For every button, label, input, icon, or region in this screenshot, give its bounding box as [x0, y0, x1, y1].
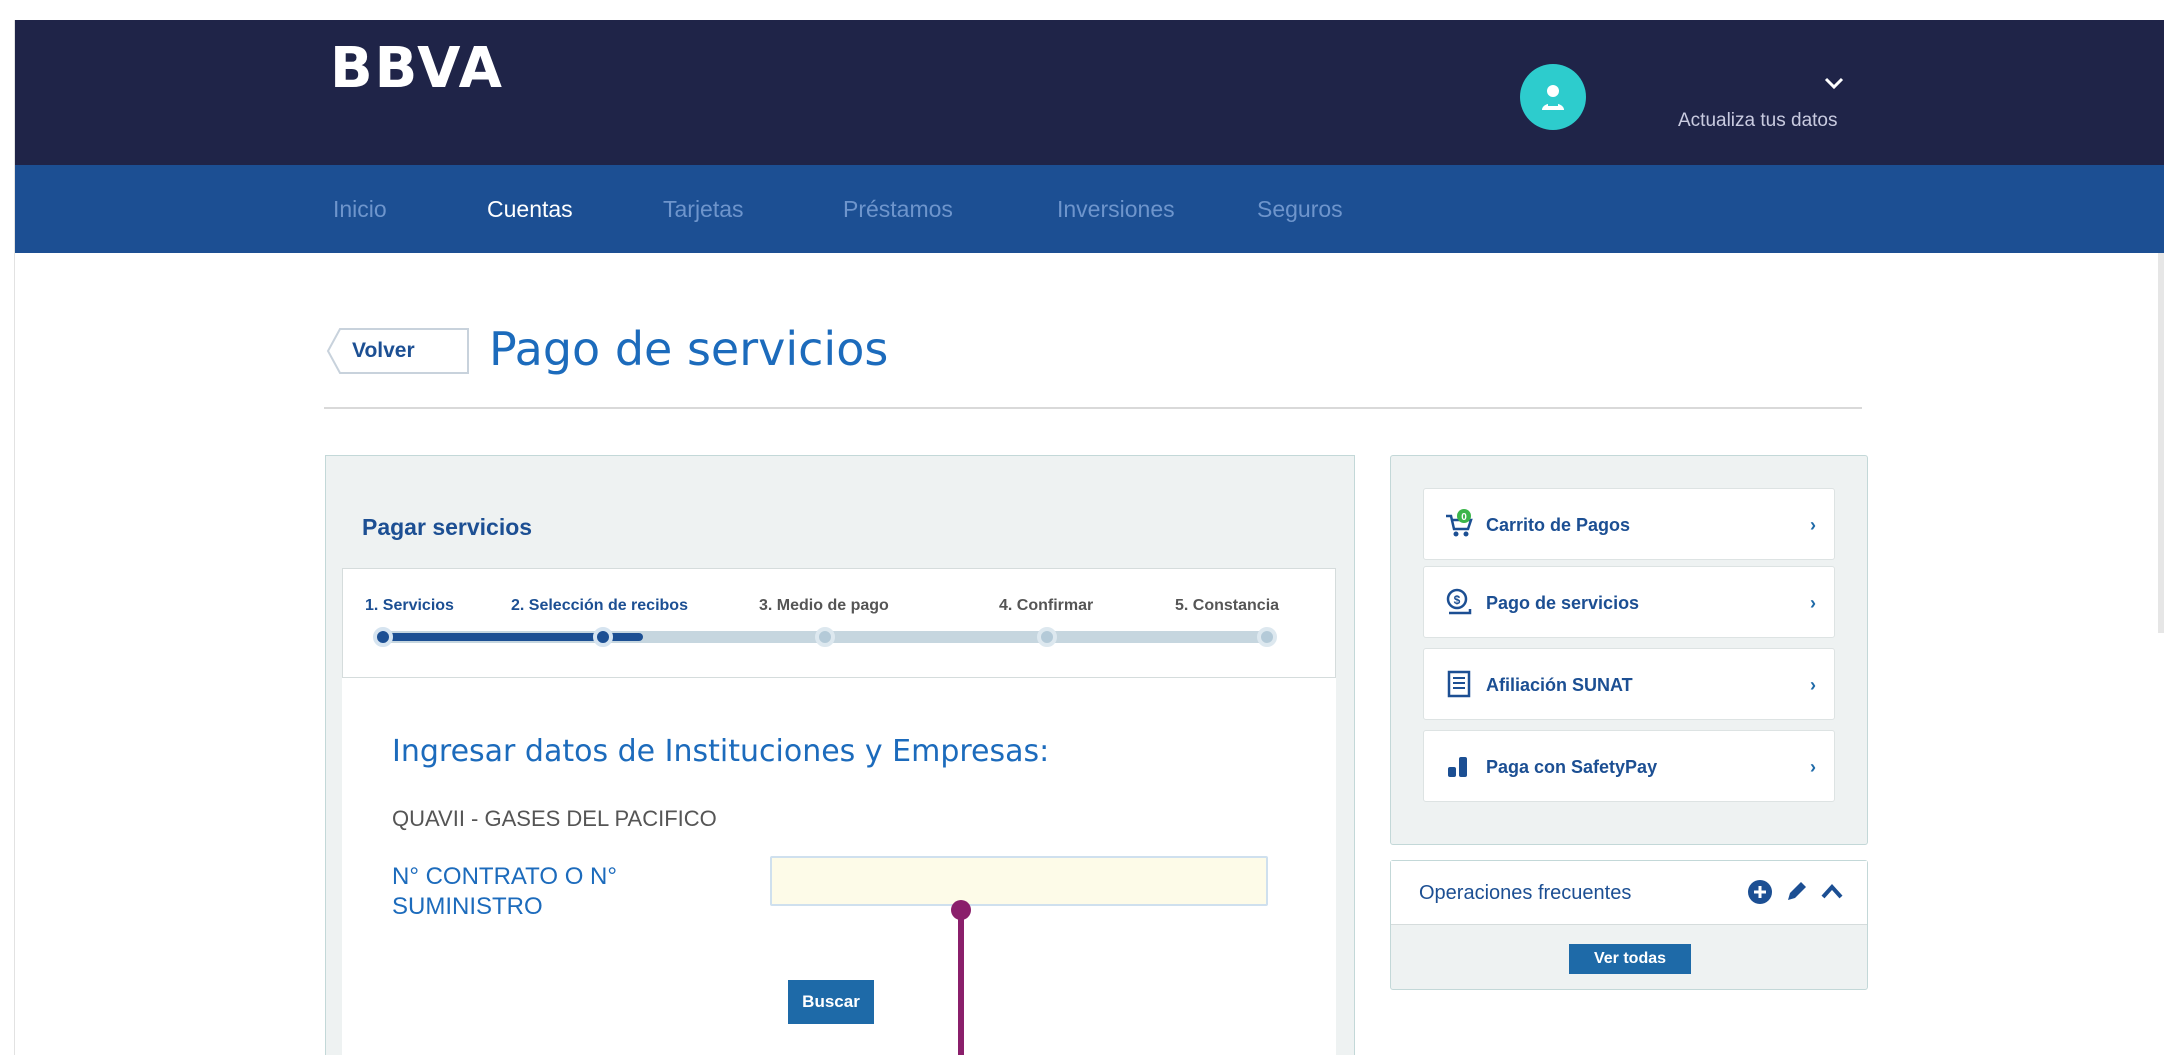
step-dot-5: [1257, 627, 1277, 647]
contract-number-input[interactable]: [770, 856, 1268, 906]
step-dot-3: [815, 627, 835, 647]
side-label-service-payment: Pago de servicios: [1486, 593, 1640, 613]
step-label-5: 5. Constancia: [1175, 597, 1280, 614]
chevron-right-icon: ›: [1810, 757, 1816, 777]
chevron-down-icon[interactable]: [1823, 76, 1845, 90]
receipt-icon: [1447, 670, 1471, 698]
top-header: BBVA Actualiza tus datos: [15, 20, 2164, 165]
chevron-right-icon: ›: [1810, 515, 1816, 535]
step-dot-4: [1037, 627, 1057, 647]
nav-item-seguros[interactable]: Seguros: [1257, 165, 1343, 253]
view-all-button[interactable]: Ver todas: [1569, 944, 1691, 974]
contract-field-label: N° CONTRATO O N° SUMINISTRO: [392, 863, 617, 920]
search-button[interactable]: Buscar: [788, 980, 874, 1024]
payment-panel: Pagar servicios 1. Servicios 2. Selecció…: [325, 455, 1355, 1055]
service-payment-icon: $: [1446, 588, 1472, 615]
side-item-sunat[interactable]: Afiliación SUNAT ›: [1423, 648, 1835, 720]
user-avatar[interactable]: [1520, 64, 1586, 130]
side-item-service-payment[interactable]: $ Pago de servicios ›: [1423, 566, 1835, 638]
chevron-up-icon[interactable]: [1819, 879, 1845, 905]
nav-item-tarjetas[interactable]: Tarjetas: [663, 165, 744, 253]
step-label-1: 1. Servicios: [365, 597, 454, 614]
nav-item-prestamos[interactable]: Préstamos: [843, 165, 953, 253]
coins-icon: [1448, 757, 1467, 777]
form-area: Ingresar datos de Instituciones y Empres…: [342, 678, 1336, 1055]
update-data-link[interactable]: Actualiza tus datos: [1678, 110, 1837, 132]
chevron-right-icon: ›: [1810, 675, 1816, 695]
scrollbar[interactable]: [2158, 253, 2164, 633]
nav-item-inicio[interactable]: Inicio: [333, 165, 387, 253]
browser-page: BBVA Actualiza tus datos Inicio Cuentas …: [14, 20, 2164, 1055]
annotation-pointer-line: [958, 910, 964, 1055]
user-icon: [1542, 85, 1564, 110]
title-divider: [324, 407, 1862, 409]
side-item-cart[interactable]: 0 Carrito de Pagos ›: [1423, 488, 1835, 560]
company-name: QUAVII - GASES DEL PACIFICO: [392, 806, 717, 831]
bbva-logo[interactable]: BBVA: [330, 36, 504, 101]
step-dot-1: [373, 627, 393, 647]
frequent-operations-actions: [1747, 879, 1845, 905]
nav-item-cuentas[interactable]: Cuentas: [487, 165, 573, 253]
form-heading: Ingresar datos de Instituciones y Empres…: [392, 734, 1050, 769]
panel-title: Pagar servicios: [362, 514, 533, 540]
step-dot-2: [593, 627, 613, 647]
back-label: Volver: [352, 339, 415, 362]
step-label-4: 4. Confirmar: [999, 597, 1094, 614]
add-icon[interactable]: [1747, 879, 1773, 905]
side-menu: 0 Carrito de Pagos › $ Pago de servicios…: [1390, 455, 1868, 845]
cart-badge: 0: [1461, 512, 1467, 523]
back-button[interactable]: Volver: [326, 328, 470, 374]
nav-item-inversiones[interactable]: Inversiones: [1057, 165, 1175, 253]
cart-icon: 0: [1446, 509, 1473, 537]
edit-icon[interactable]: [1783, 879, 1809, 905]
frequent-operations-title: Operaciones frecuentes: [1419, 882, 1632, 904]
side-item-safetypay[interactable]: Paga con SafetyPay ›: [1423, 730, 1835, 802]
svg-text:$: $: [1454, 593, 1461, 607]
step-label-2: 2. Selección de recibos: [511, 597, 688, 614]
stepper: 1. Servicios 2. Selección de recibos 3. …: [342, 568, 1336, 678]
step-label-3: 3. Medio de pago: [759, 597, 889, 614]
main-nav: Inicio Cuentas Tarjetas Préstamos Invers…: [15, 165, 2164, 253]
side-label-cart: Carrito de Pagos: [1486, 515, 1631, 535]
frequent-operations-panel: Operaciones frecuentes Ver todas: [1390, 860, 1868, 990]
side-label-sunat: Afiliación SUNAT: [1486, 675, 1633, 695]
frequent-operations-header: Operaciones frecuentes: [1391, 861, 1867, 925]
chevron-right-icon: ›: [1810, 593, 1816, 613]
side-label-safetypay: Paga con SafetyPay: [1486, 757, 1658, 777]
page-title: Pago de servicios: [489, 322, 889, 376]
